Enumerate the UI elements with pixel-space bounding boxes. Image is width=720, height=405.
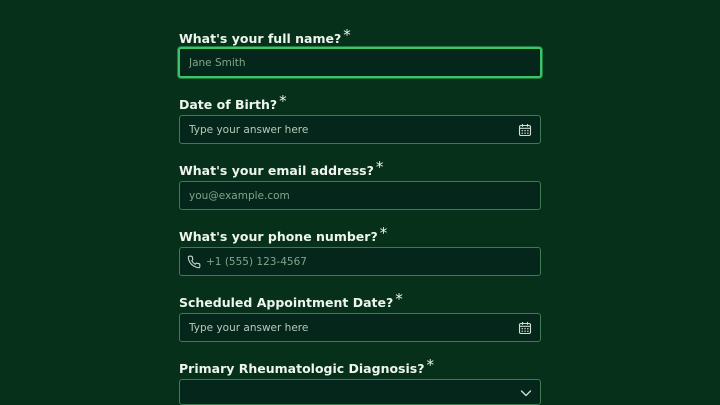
phone-input[interactable]	[206, 248, 516, 275]
full-name-input-box[interactable]	[178, 47, 542, 78]
appointment-date-input[interactable]	[189, 314, 499, 341]
diagnosis-field: Primary Rheumatologic Diagnosis? *	[179, 356, 541, 405]
full-name-field: What's your full name? *	[178, 26, 542, 78]
phone-input-box[interactable]	[179, 247, 541, 276]
diagnosis-select[interactable]	[179, 379, 541, 405]
email-label-text: What's your email address?	[179, 163, 374, 178]
diagnosis-label: Primary Rheumatologic Diagnosis? *	[179, 356, 541, 377]
phone-label-text: What's your phone number?	[179, 229, 378, 244]
diagnosis-label-text: Primary Rheumatologic Diagnosis?	[179, 361, 425, 376]
required-asterisk: *	[379, 224, 388, 242]
chevron-down-icon[interactable]	[520, 388, 532, 398]
appointment-date-field: Scheduled Appointment Date? *	[179, 290, 541, 342]
required-asterisk: *	[279, 92, 287, 110]
full-name-label: What's your full name? *	[179, 26, 541, 47]
required-asterisk: *	[343, 26, 351, 44]
full-name-label-text: What's your full name?	[179, 31, 342, 46]
date-of-birth-input[interactable]	[189, 116, 499, 143]
appointment-date-label: Scheduled Appointment Date? *	[179, 290, 541, 311]
appointment-date-label-text: Scheduled Appointment Date?	[179, 295, 394, 310]
date-of-birth-label: Date of Birth? *	[179, 92, 541, 113]
calendar-icon[interactable]	[518, 321, 532, 335]
required-asterisk: *	[395, 290, 403, 308]
date-of-birth-label-text: Date of Birth?	[179, 97, 278, 112]
email-field: What's your email address? *	[179, 158, 541, 210]
full-name-input[interactable]	[189, 49, 499, 76]
email-input-box[interactable]	[179, 181, 541, 210]
appointment-date-input-box[interactable]	[179, 313, 541, 342]
phone-label: What's your phone number? *	[179, 224, 541, 245]
date-of-birth-field: Date of Birth? *	[179, 92, 541, 144]
phone-field: What's your phone number? *	[179, 224, 541, 276]
required-asterisk: *	[426, 356, 434, 374]
date-of-birth-input-box[interactable]	[179, 115, 541, 144]
required-asterisk: *	[375, 158, 384, 176]
phone-icon	[187, 255, 201, 269]
email-label: What's your email address? *	[179, 158, 541, 179]
email-input[interactable]	[189, 182, 499, 209]
calendar-icon[interactable]	[518, 123, 532, 137]
